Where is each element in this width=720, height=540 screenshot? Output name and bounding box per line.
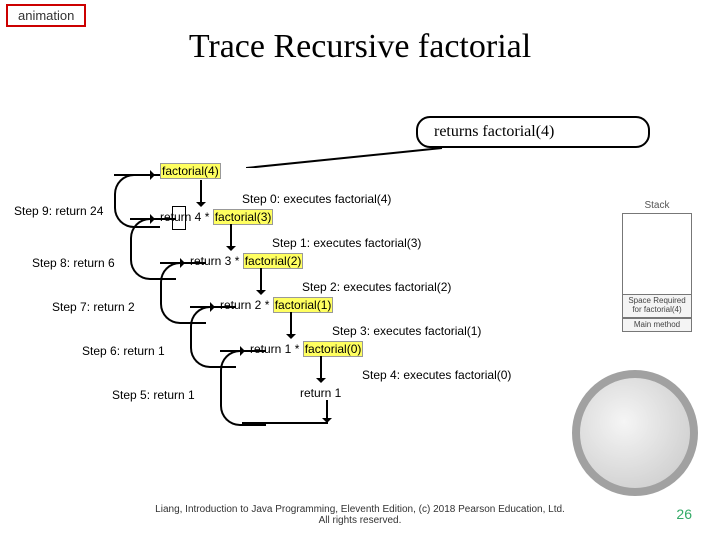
arrow-icon xyxy=(326,400,328,422)
step-left-3: Step 6: return 1 xyxy=(82,344,165,358)
trace-diagram: factorial(4) Step 0: executes factorial(… xyxy=(20,168,580,468)
stack-diagram: Stack Space Required for factorial(4) Ma… xyxy=(622,200,692,332)
step-right-3: Step 3: executes factorial(1) xyxy=(332,324,481,338)
stack-cell: Main method xyxy=(622,318,692,333)
step-right-2: Step 2: executes factorial(2) xyxy=(302,280,451,294)
step-left-0: Step 9: return 24 xyxy=(14,204,103,218)
footer-text: Liang, Introduction to Java Programming,… xyxy=(0,504,720,526)
callout-bubble: returns factorial(4) xyxy=(416,116,650,148)
step-right-0: Step 0: executes factorial(4) xyxy=(242,192,391,206)
arrow-icon xyxy=(260,268,262,294)
arrow-icon xyxy=(200,180,202,206)
return-3: return 1 * factorial(0) xyxy=(250,342,363,356)
page-number: 26 xyxy=(676,506,692,522)
callout-pointer xyxy=(246,144,446,168)
curve-icon xyxy=(114,174,160,228)
step-right-1: Step 1: executes factorial(3) xyxy=(272,236,421,250)
globe-decoration xyxy=(572,370,698,496)
return-4: return 1 xyxy=(300,386,341,400)
arrow-icon xyxy=(114,174,154,176)
return-1: return 3 * factorial(2) xyxy=(190,254,303,268)
step-left-4: Step 5: return 1 xyxy=(112,388,195,402)
stack-label: Stack xyxy=(622,200,692,211)
page-title: Trace Recursive factorial xyxy=(0,28,720,66)
arrow-icon xyxy=(320,356,322,382)
step-left-1: Step 8: return 6 xyxy=(32,256,115,270)
animation-tag: animation xyxy=(6,4,86,27)
step-right-4: Step 4: executes factorial(0) xyxy=(362,368,511,382)
step-left-2: Step 7: return 2 xyxy=(52,300,135,314)
arrow-icon xyxy=(290,312,292,338)
arrow-icon xyxy=(230,224,232,250)
top-call: factorial(4) xyxy=(160,163,221,179)
return-2: return 2 * factorial(1) xyxy=(220,298,333,312)
stack-cell: Space Required for factorial(4) xyxy=(622,294,692,318)
